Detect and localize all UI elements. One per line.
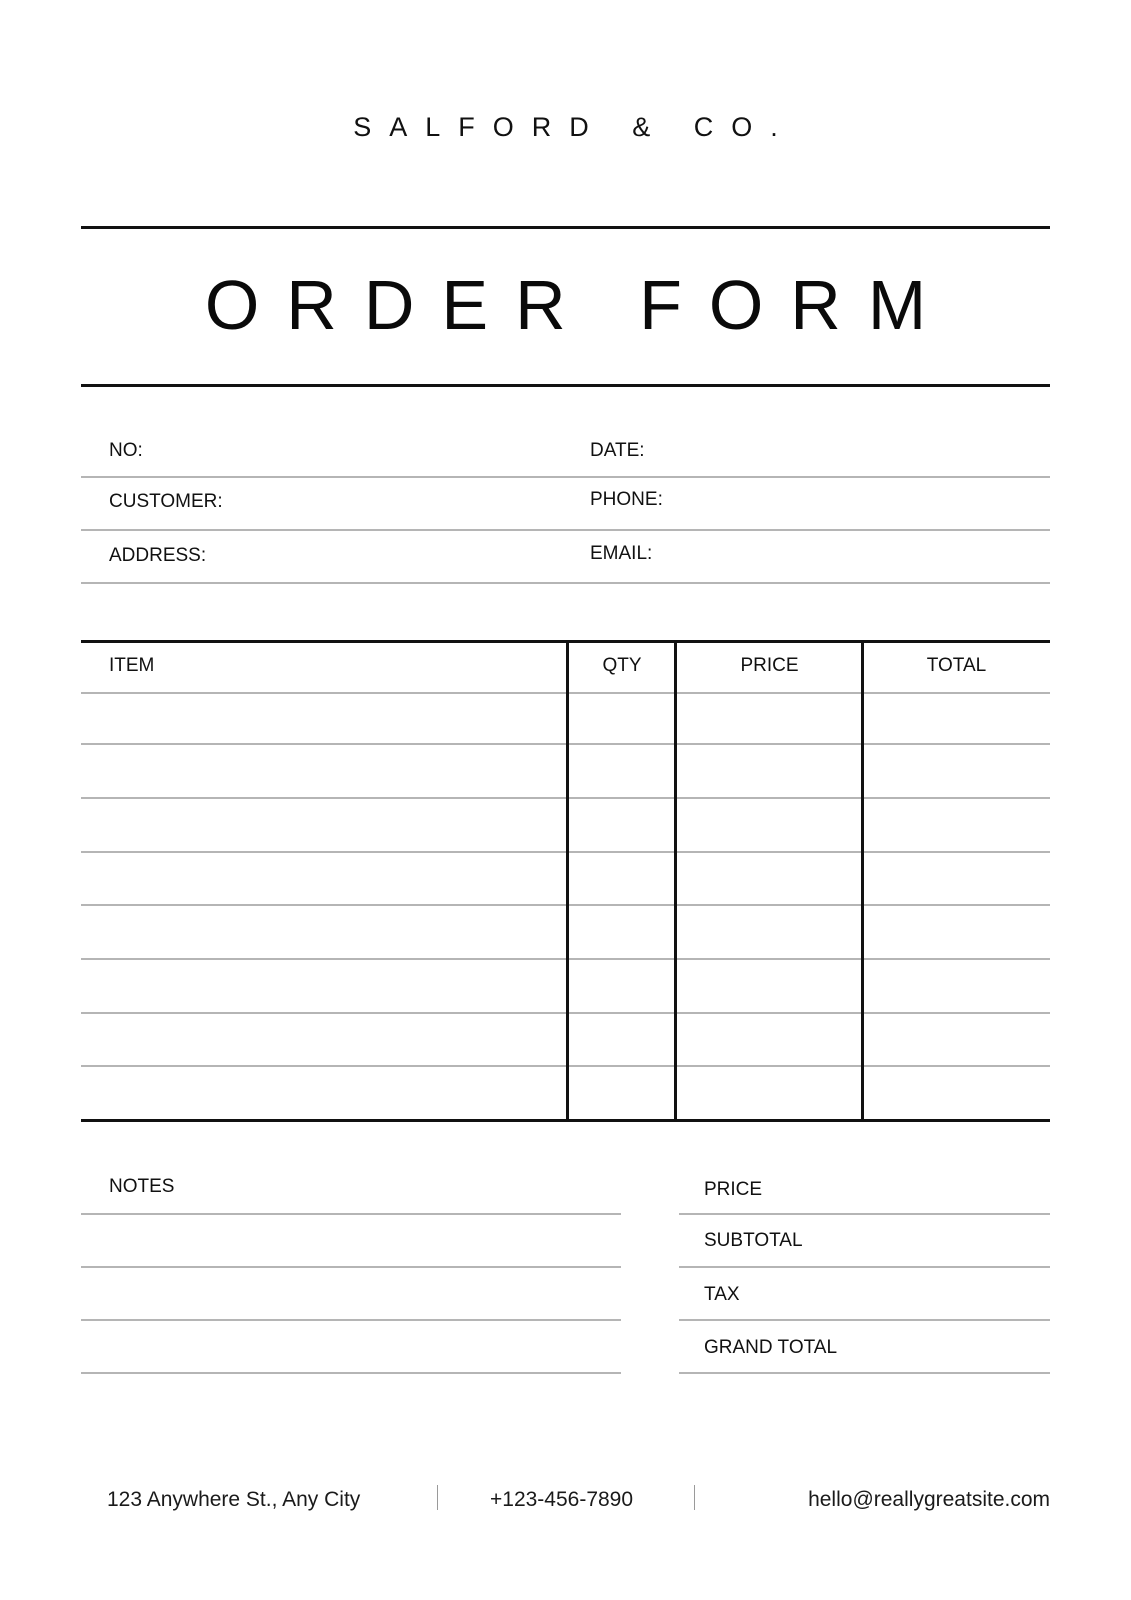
- qty-cell[interactable]: [569, 1067, 674, 1117]
- total-cell[interactable]: [864, 906, 1050, 956]
- summary-grand-total-field[interactable]: GRAND TOTAL: [704, 1337, 837, 1359]
- total-cell[interactable]: [864, 745, 1050, 795]
- qty-cell[interactable]: [569, 906, 674, 956]
- total-cell[interactable]: [864, 853, 1050, 903]
- info-divider: [81, 529, 1050, 531]
- column-divider: [566, 641, 569, 1122]
- summary-line: [679, 1319, 1050, 1321]
- item-cell[interactable]: [81, 799, 566, 849]
- summary-line: [679, 1372, 1050, 1374]
- total-cell[interactable]: [864, 1014, 1050, 1064]
- item-cell[interactable]: [81, 1067, 566, 1117]
- phone-field[interactable]: PHONE:: [590, 489, 663, 511]
- item-cell[interactable]: [81, 960, 566, 1010]
- title-top-rule: [81, 226, 1050, 229]
- column-header-item: ITEM: [109, 655, 155, 676]
- notes-line[interactable]: [81, 1319, 621, 1321]
- price-cell[interactable]: [677, 694, 861, 744]
- qty-cell[interactable]: [569, 853, 674, 903]
- column-header-qty: QTY: [602, 655, 642, 676]
- column-divider: [674, 641, 677, 1122]
- notes-line[interactable]: [81, 1213, 621, 1215]
- total-cell[interactable]: [864, 799, 1050, 849]
- qty-cell[interactable]: [569, 799, 674, 849]
- summary-line: [679, 1266, 1050, 1268]
- customer-field[interactable]: CUSTOMER:: [109, 491, 223, 513]
- notes-line[interactable]: [81, 1372, 621, 1374]
- price-cell[interactable]: [677, 960, 861, 1010]
- table-bottom-border: [81, 1119, 1050, 1122]
- column-header-price: PRICE: [740, 655, 799, 676]
- price-cell[interactable]: [677, 799, 861, 849]
- column-header-total: TOTAL: [926, 655, 987, 676]
- price-cell[interactable]: [677, 1014, 861, 1064]
- date-field[interactable]: DATE:: [590, 440, 645, 462]
- title-bottom-rule: [81, 384, 1050, 387]
- qty-cell[interactable]: [569, 694, 674, 744]
- total-cell[interactable]: [864, 694, 1050, 744]
- footer-divider: [437, 1485, 438, 1510]
- address-field[interactable]: ADDRESS:: [109, 545, 206, 567]
- summary-subtotal-field[interactable]: SUBTOTAL: [704, 1230, 803, 1252]
- column-divider: [861, 641, 864, 1122]
- summary-tax-field[interactable]: TAX: [704, 1284, 740, 1306]
- summary-price-field[interactable]: PRICE: [704, 1179, 762, 1201]
- price-cell[interactable]: [677, 1067, 861, 1117]
- qty-cell[interactable]: [569, 1014, 674, 1064]
- item-cell[interactable]: [81, 853, 566, 903]
- item-cell[interactable]: [81, 1014, 566, 1064]
- total-cell[interactable]: [864, 960, 1050, 1010]
- info-divider: [81, 476, 1050, 478]
- item-cell[interactable]: [81, 906, 566, 956]
- price-cell[interactable]: [677, 853, 861, 903]
- price-cell[interactable]: [677, 906, 861, 956]
- notes-label: NOTES: [109, 1176, 175, 1197]
- info-divider: [81, 582, 1050, 584]
- company-name: SALFORD & CO.: [353, 112, 796, 142]
- footer-phone: +123-456-7890: [490, 1488, 634, 1511]
- item-cell[interactable]: [81, 745, 566, 795]
- notes-line[interactable]: [81, 1266, 621, 1268]
- footer-divider: [694, 1485, 695, 1510]
- item-cell[interactable]: [81, 694, 566, 744]
- summary-line: [679, 1213, 1050, 1215]
- price-cell[interactable]: [677, 745, 861, 795]
- footer-address: 123 Anywhere St., Any City: [107, 1488, 361, 1511]
- page-title: ORDER FORM: [204, 266, 954, 344]
- qty-cell[interactable]: [569, 960, 674, 1010]
- footer-email: hello@reallygreatsite.com: [808, 1488, 1050, 1511]
- email-field[interactable]: EMAIL:: [590, 543, 652, 565]
- total-cell[interactable]: [864, 1067, 1050, 1117]
- order-number-field[interactable]: NO:: [109, 440, 143, 462]
- qty-cell[interactable]: [569, 745, 674, 795]
